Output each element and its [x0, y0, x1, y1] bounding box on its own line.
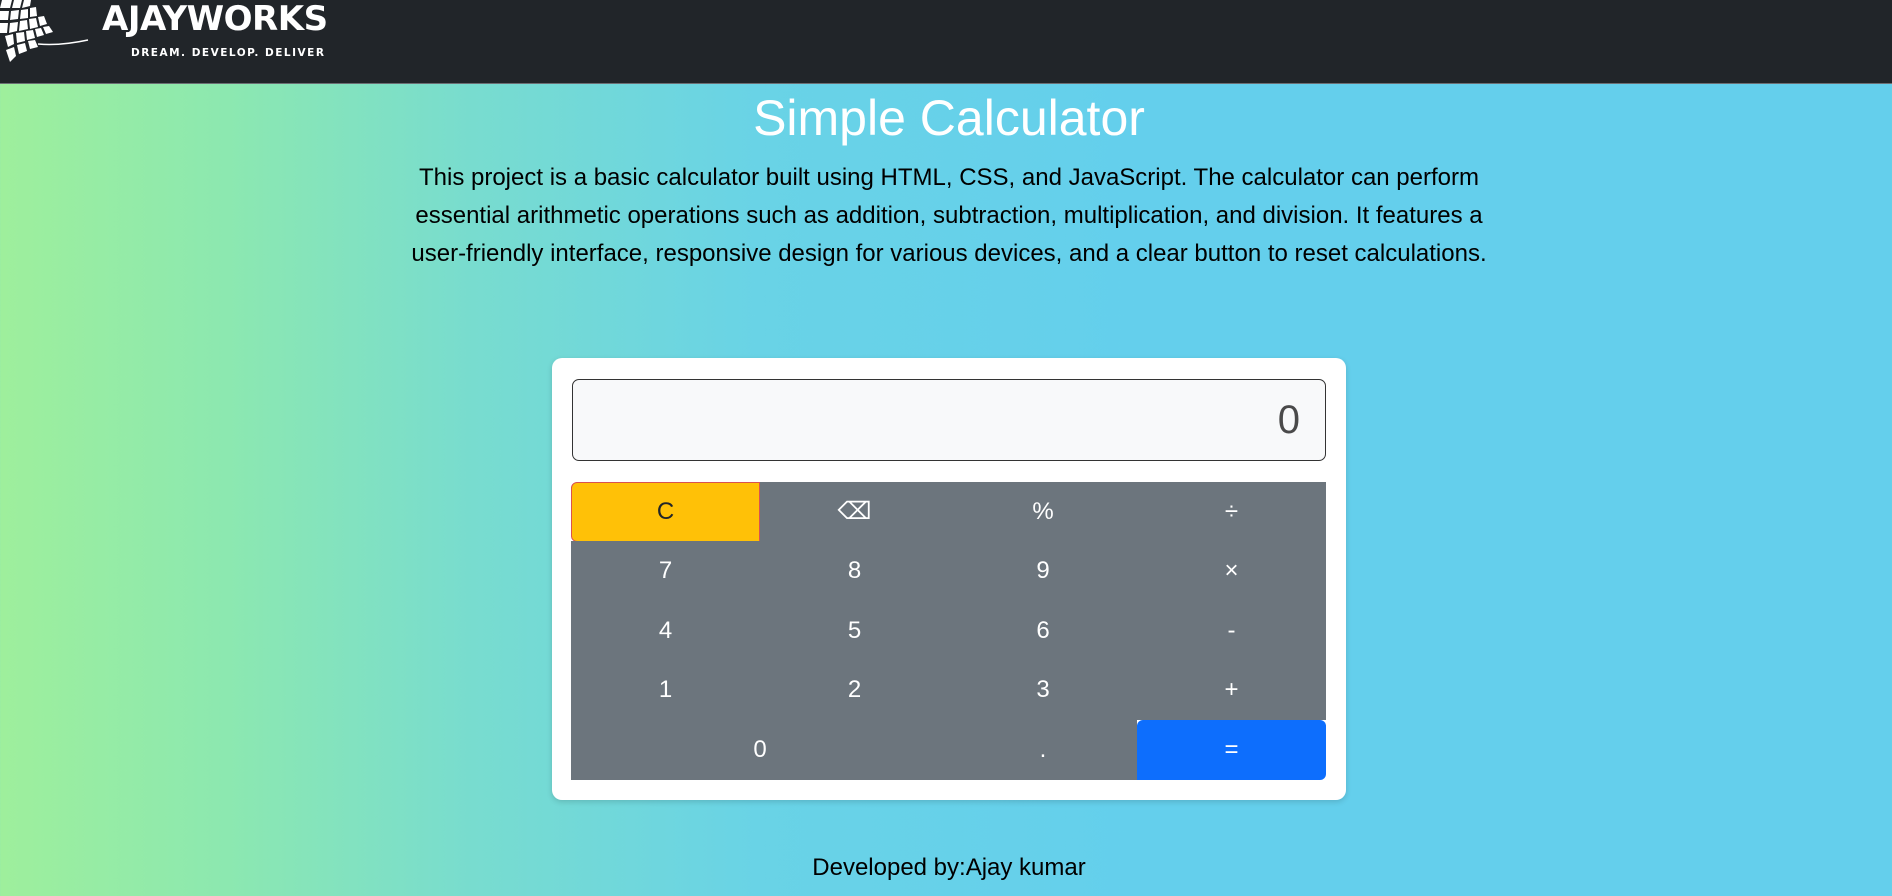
digit-6-button[interactable]: 6 [949, 601, 1137, 661]
clear-button[interactable]: C [571, 482, 760, 542]
digit-7-button[interactable]: 7 [571, 541, 760, 601]
subtract-button[interactable]: - [1137, 601, 1326, 661]
digit-3-button[interactable]: 3 [949, 660, 1137, 720]
digit-5-button[interactable]: 5 [760, 601, 949, 661]
brand-name[interactable]: AJAYWORKS [102, 0, 328, 38]
calculator-card: 0 C ⌫ % ÷ 7 8 9 × 4 5 6 - 1 2 3 + 0 . = [552, 358, 1346, 800]
calculator-keypad: C ⌫ % ÷ 7 8 9 × 4 5 6 - 1 2 3 + 0 . = [571, 482, 1326, 780]
digit-0-button[interactable]: 0 [571, 720, 949, 780]
backspace-button[interactable]: ⌫ [760, 482, 949, 542]
digit-8-button[interactable]: 8 [760, 541, 949, 601]
brand-tagline: DREAM. DEVELOP. DELIVER [131, 47, 326, 59]
add-button[interactable]: + [1137, 660, 1326, 720]
digit-1-button[interactable]: 1 [571, 660, 760, 720]
decimal-button[interactable]: . [949, 720, 1137, 780]
developer-credit: Developed by:Ajay kumar [812, 854, 1086, 881]
percent-button[interactable]: % [949, 482, 1137, 542]
ajayworks-logo-icon[interactable] [0, 0, 90, 66]
divide-button[interactable]: ÷ [1137, 482, 1326, 542]
digit-9-button[interactable]: 9 [949, 541, 1137, 601]
navbar: AJAYWORKS DREAM. DEVELOP. DELIVER [0, 0, 1892, 84]
page-title: Simple Calculator [753, 90, 1145, 146]
project-description: This project is a basic calculator built… [411, 164, 1487, 267]
digit-4-button[interactable]: 4 [571, 601, 760, 661]
multiply-button[interactable]: × [1137, 541, 1326, 601]
calculator-display: 0 [572, 379, 1326, 461]
equals-button[interactable]: = [1137, 720, 1326, 780]
digit-2-button[interactable]: 2 [760, 660, 949, 720]
